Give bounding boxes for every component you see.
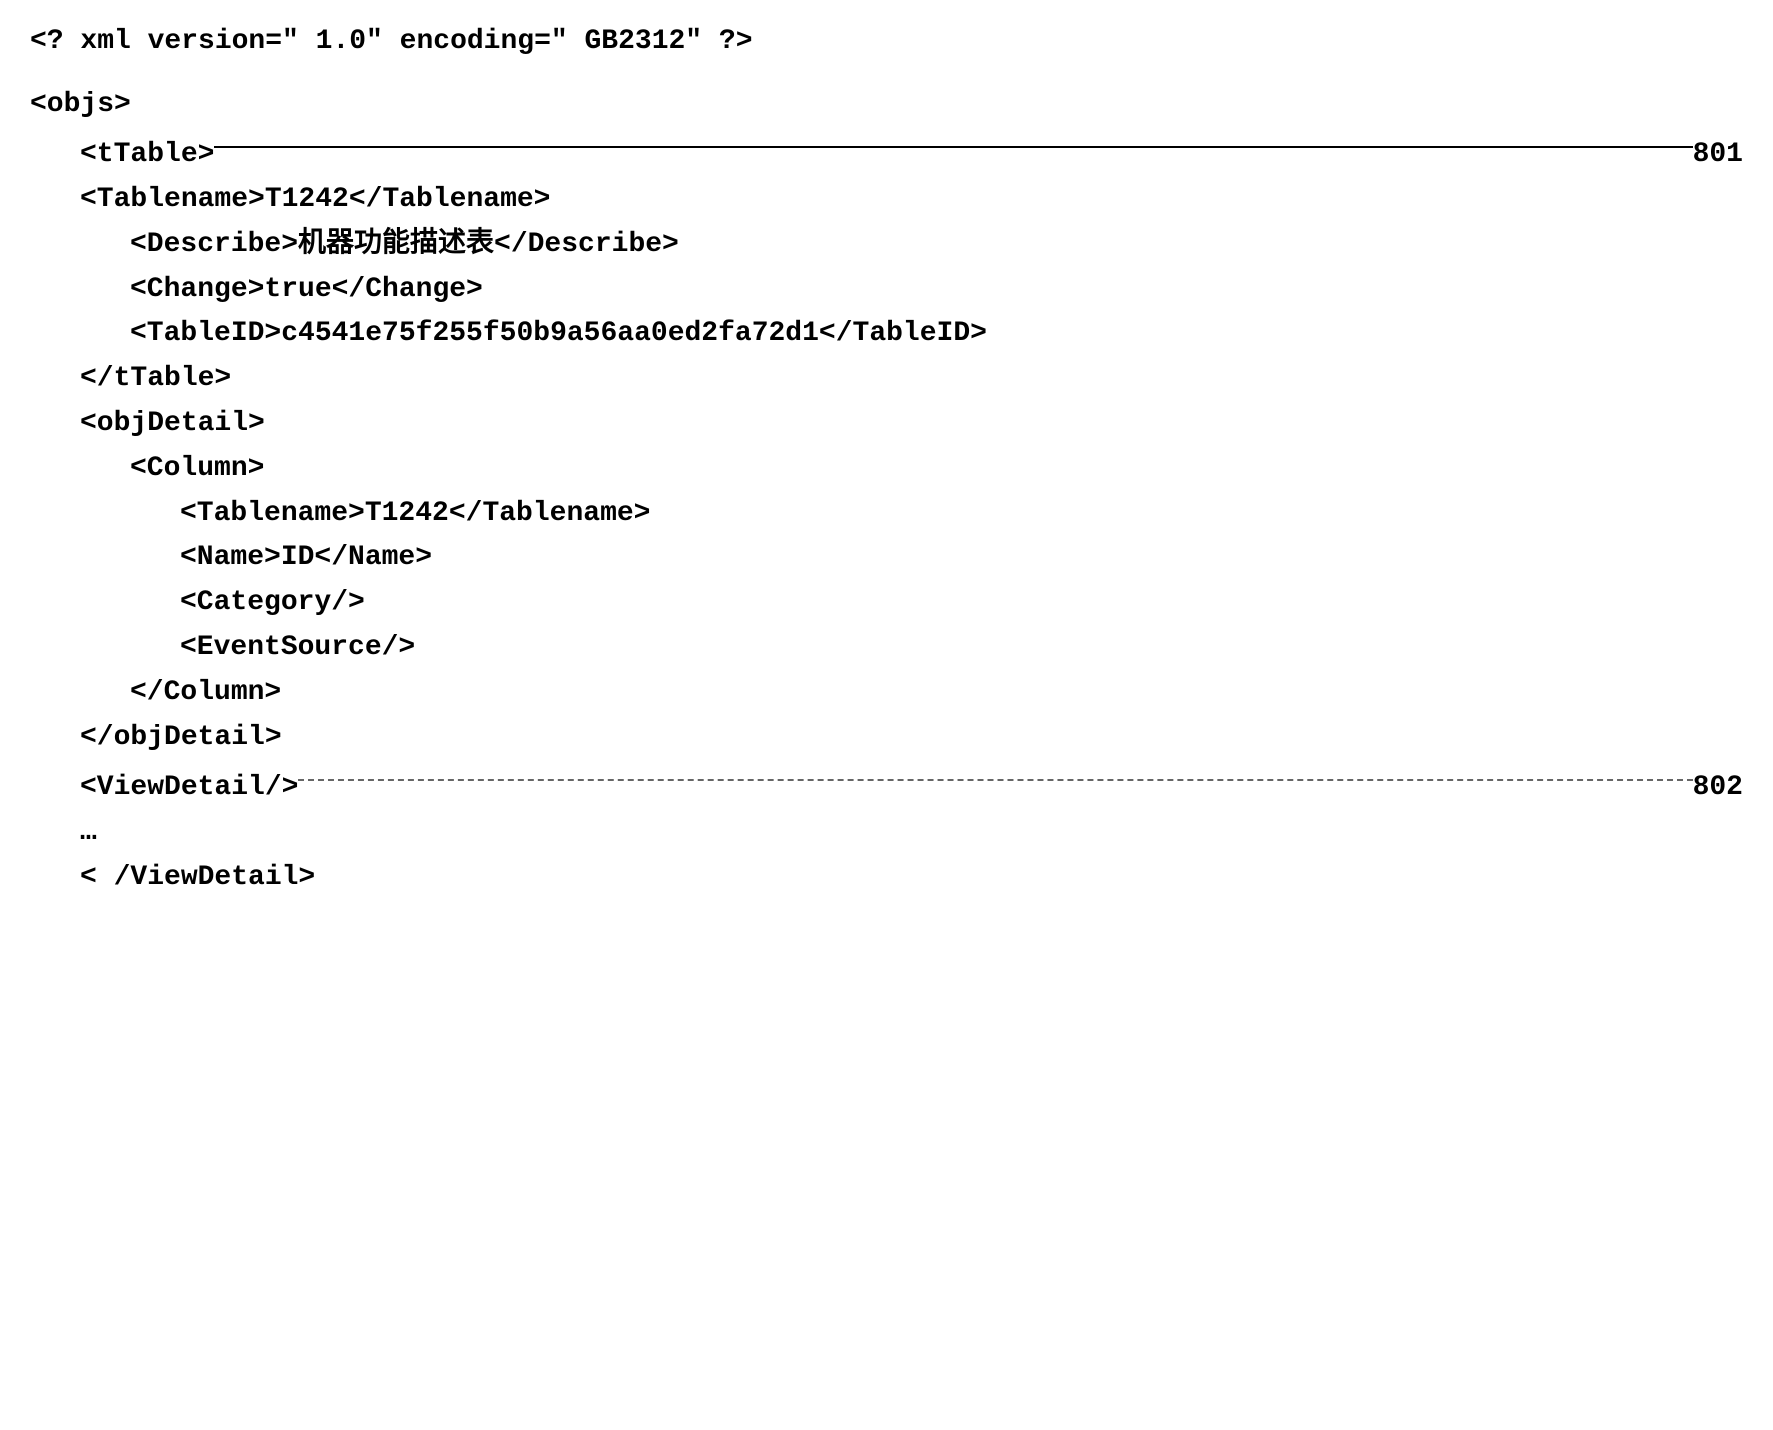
tag-viewdetail-selfclose: <ViewDetail/> [80,766,298,811]
tag-objdetail-close: </objDetail> [30,716,1743,761]
tag-column-tablename: <Tablename>T1242</Tablename> [30,492,1743,537]
tag-objs-open: <objs> [30,83,1743,128]
ellipsis: … [30,811,1743,856]
leader-line-801 [214,128,1692,162]
tag-ttable-close: </tTable> [30,357,1743,402]
tag-tableid: <TableID>c4541e75f255f50b9a56aa0ed2fa72d… [30,312,1743,357]
tag-column-eventsource: <EventSource/> [30,626,1743,671]
tag-describe: <Describe>机器功能描述表</Describe> [30,223,1743,268]
tag-viewdetail-row: <ViewDetail/> 802 [30,760,1743,810]
tag-column-category: <Category/> [30,581,1743,626]
tag-objdetail-open: <objDetail> [30,402,1743,447]
tag-column-open: <Column> [30,447,1743,492]
tag-viewdetail-close: < /ViewDetail> [30,856,1743,901]
tag-column-name: <Name>ID</Name> [30,536,1743,581]
xml-declaration: <? xml version=" 1.0" encoding=" GB2312"… [30,20,1743,65]
tag-ttable-open: <tTable> [80,133,214,178]
tag-ttable-open-row: <tTable> 801 [30,128,1743,178]
tag-tablename: <Tablename>T1242</Tablename> [30,178,1743,223]
tag-change: <Change>true</Change> [30,268,1743,313]
annotation-label-801: 801 [1693,133,1743,178]
leader-line-802 [298,760,1692,794]
tag-column-close: </Column> [30,671,1743,716]
annotation-label-802: 802 [1693,766,1743,811]
